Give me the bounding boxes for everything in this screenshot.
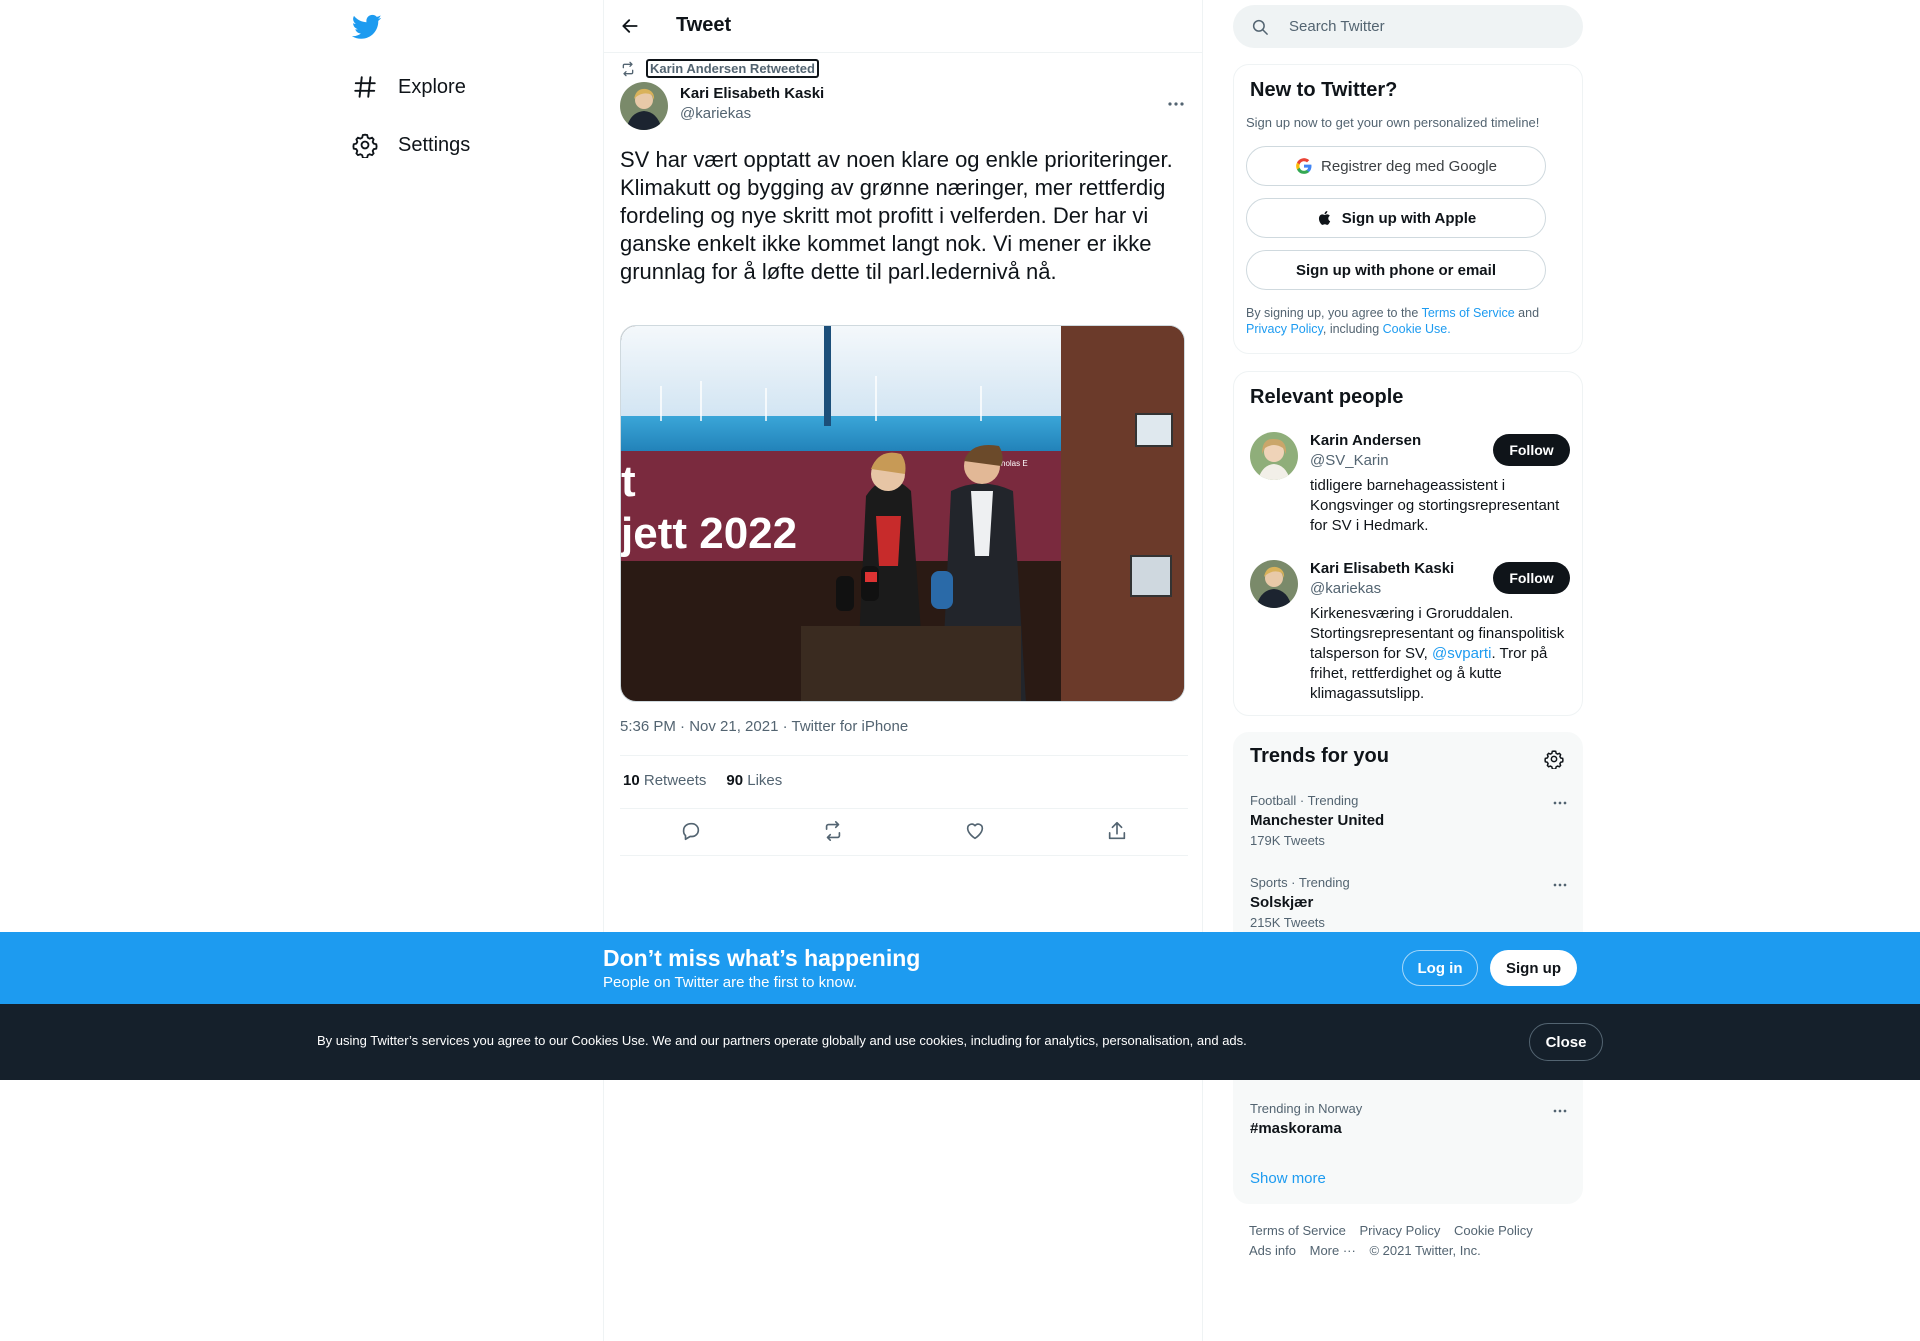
cookie-consent-bar: By using Twitter’s services you agree to… <box>0 1004 1920 1080</box>
back-arrow-icon[interactable] <box>620 16 640 36</box>
signup-button[interactable]: Sign up <box>1490 950 1577 986</box>
image-banner-text: jett 2022 <box>621 509 797 558</box>
svg-text:t: t <box>621 457 636 506</box>
trend-count: 179K Tweets <box>1250 833 1325 848</box>
tweet-timestamp[interactable]: 5:36 PM · Nov 21, 2021 · Twitter for iPh… <box>620 718 908 735</box>
hashtag-icon <box>354 76 376 98</box>
trend-category: Football · Trending <box>1250 793 1359 808</box>
terms-link[interactable]: Terms of Service <box>1422 306 1515 320</box>
nav-explore[interactable]: Explore <box>352 70 466 104</box>
trend-name: Solskjær <box>1250 894 1314 911</box>
new-to-twitter-subtitle: Sign up now to get your own personalized… <box>1246 115 1540 130</box>
more-options-icon[interactable] <box>1164 92 1188 116</box>
more-options-icon[interactable] <box>1550 875 1570 895</box>
trends-settings-gear-icon[interactable] <box>1544 749 1564 769</box>
tweet-actions <box>620 820 1188 844</box>
person-handle[interactable]: @SV_Karin <box>1310 452 1389 469</box>
banner-title: Don’t miss what’s happening <box>603 945 921 971</box>
reply-icon[interactable] <box>680 820 702 842</box>
phone-signup-label: Sign up with phone or email <box>1295 261 1496 279</box>
retweet-icon <box>622 61 634 76</box>
show-more-link[interactable]: Show more <box>1250 1170 1326 1187</box>
author-name[interactable]: Kari Elisabeth Kaski <box>680 85 824 102</box>
divider <box>620 755 1188 756</box>
footer-terms-link[interactable]: Terms of Service <box>1249 1223 1346 1238</box>
tweet-image[interactable]: jett 2022 t Foto: Nicholas E SV <box>620 325 1185 702</box>
banner-subtitle: People on Twitter are the first to know. <box>603 974 858 991</box>
person-avatar[interactable] <box>1250 560 1298 608</box>
person-name[interactable]: Karin Andersen <box>1310 432 1421 449</box>
apple-signup-label: Sign up with Apple <box>1341 209 1477 227</box>
author-handle[interactable]: @kariekas <box>680 105 751 122</box>
gear-icon <box>352 133 378 158</box>
tweet-header: Tweet <box>604 0 1202 53</box>
new-to-twitter-card: New to Twitter? Sign up now to get your … <box>1233 64 1583 354</box>
relevant-people-card: Relevant people Karin Andersen @SV_Karin… <box>1233 371 1583 716</box>
twitter-logo-icon[interactable] <box>352 12 382 42</box>
trend-name: Manchester United <box>1250 812 1385 829</box>
divider <box>620 855 1188 856</box>
apple-signup-button[interactable]: Sign up with Apple <box>1246 198 1546 238</box>
author-avatar[interactable] <box>620 82 668 130</box>
trend-category: Sports · Trending <box>1250 875 1350 890</box>
person-avatar[interactable] <box>1250 432 1298 480</box>
likes-stat[interactable]: 90 Likes <box>726 772 782 789</box>
trend-item[interactable]: Sports · Trending Solskjær 215K Tweets <box>1250 875 1570 930</box>
retweet-action-icon[interactable] <box>822 820 844 842</box>
search-input[interactable] <box>1289 5 1569 48</box>
person-bio: tidligere barnehageassistent i Kongsving… <box>1310 477 1560 534</box>
tweet-text: SV har vært opptatt av noen klare og enk… <box>620 147 1173 284</box>
tweet-column: Tweet Karin Andersen Retweeted Kari Elis… <box>603 0 1203 1341</box>
relevant-people-title: Relevant people <box>1250 386 1404 408</box>
nav-settings-label: Settings <box>398 133 471 156</box>
login-button[interactable]: Log in <box>1402 950 1478 986</box>
follow-button[interactable]: Follow <box>1493 434 1570 466</box>
tweet-author: Kari Elisabeth Kaski @kariekas <box>620 82 1188 130</box>
google-signup-label: Registrer deg med Google <box>1321 157 1497 175</box>
trends-title: Trends for you <box>1250 745 1389 767</box>
trend-count: 215K Tweets <box>1250 915 1325 930</box>
footer-more-link[interactable]: More ··· <box>1310 1243 1356 1258</box>
page-title: Tweet <box>676 14 732 36</box>
signup-banner: Don’t miss what’s happening People on Tw… <box>0 932 1920 1004</box>
signup-legal-text: By signing up, you agree to the Terms of… <box>1246 306 1540 336</box>
footer-ads-info-link[interactable]: Ads info <box>1249 1243 1296 1258</box>
cookie-close-button[interactable]: Close <box>1529 1023 1603 1061</box>
trend-category: Trending in Norway <box>1250 1101 1363 1116</box>
nav-settings[interactable]: Settings <box>352 128 470 162</box>
trend-item[interactable]: Football · Trending Manchester United 17… <box>1250 793 1570 848</box>
person-name[interactable]: Kari Elisabeth Kaski <box>1310 560 1454 577</box>
divider <box>620 808 1188 809</box>
search-icon <box>1252 19 1268 35</box>
trend-item[interactable]: Trending in Norway #maskorama <box>1250 1101 1570 1137</box>
nav-explore-label: Explore <box>398 75 466 98</box>
privacy-link[interactable]: Privacy Policy <box>1246 322 1323 336</box>
google-logo-icon <box>1296 158 1312 174</box>
cookie-notice-text: By using Twitter’s services you agree to… <box>317 1033 1247 1048</box>
person-bio: Kirkenesværing i Groruddalen. Stortingsr… <box>1310 605 1565 702</box>
svparti-mention-link[interactable]: @svparti <box>1432 645 1491 662</box>
like-heart-icon[interactable] <box>964 820 986 842</box>
trend-name: #maskorama <box>1250 1120 1342 1137</box>
follow-button[interactable]: Follow <box>1493 562 1570 594</box>
retweet-indicator: Karin Andersen Retweeted <box>620 59 819 78</box>
person-handle[interactable]: @kariekas <box>1310 580 1381 597</box>
phone-email-signup-button[interactable]: Sign up with phone or email <box>1246 250 1546 290</box>
footer-links: Terms of Service Privacy Policy Cookie P… <box>1249 1221 1569 1261</box>
more-options-icon[interactable] <box>1550 793 1570 813</box>
tweet-stats: 10 Retweets 90 Likes <box>623 772 782 789</box>
footer-copyright: © 2021 Twitter, Inc. <box>1369 1243 1481 1258</box>
cookie-use-link[interactable]: Cookie Use. <box>1383 322 1451 336</box>
search-bar[interactable] <box>1233 5 1583 48</box>
new-to-twitter-title: New to Twitter? <box>1250 79 1398 101</box>
apple-logo-icon <box>1318 210 1330 225</box>
share-icon[interactable] <box>1106 820 1128 842</box>
more-options-icon[interactable] <box>1550 1101 1570 1121</box>
retweeted-by-link[interactable]: Karin Andersen Retweeted <box>646 59 819 78</box>
retweets-stat[interactable]: 10 Retweets <box>623 772 706 789</box>
footer-privacy-link[interactable]: Privacy Policy <box>1359 1223 1440 1238</box>
footer-cookie-link[interactable]: Cookie Policy <box>1454 1223 1533 1238</box>
google-signup-button[interactable]: Registrer deg med Google <box>1246 146 1546 186</box>
